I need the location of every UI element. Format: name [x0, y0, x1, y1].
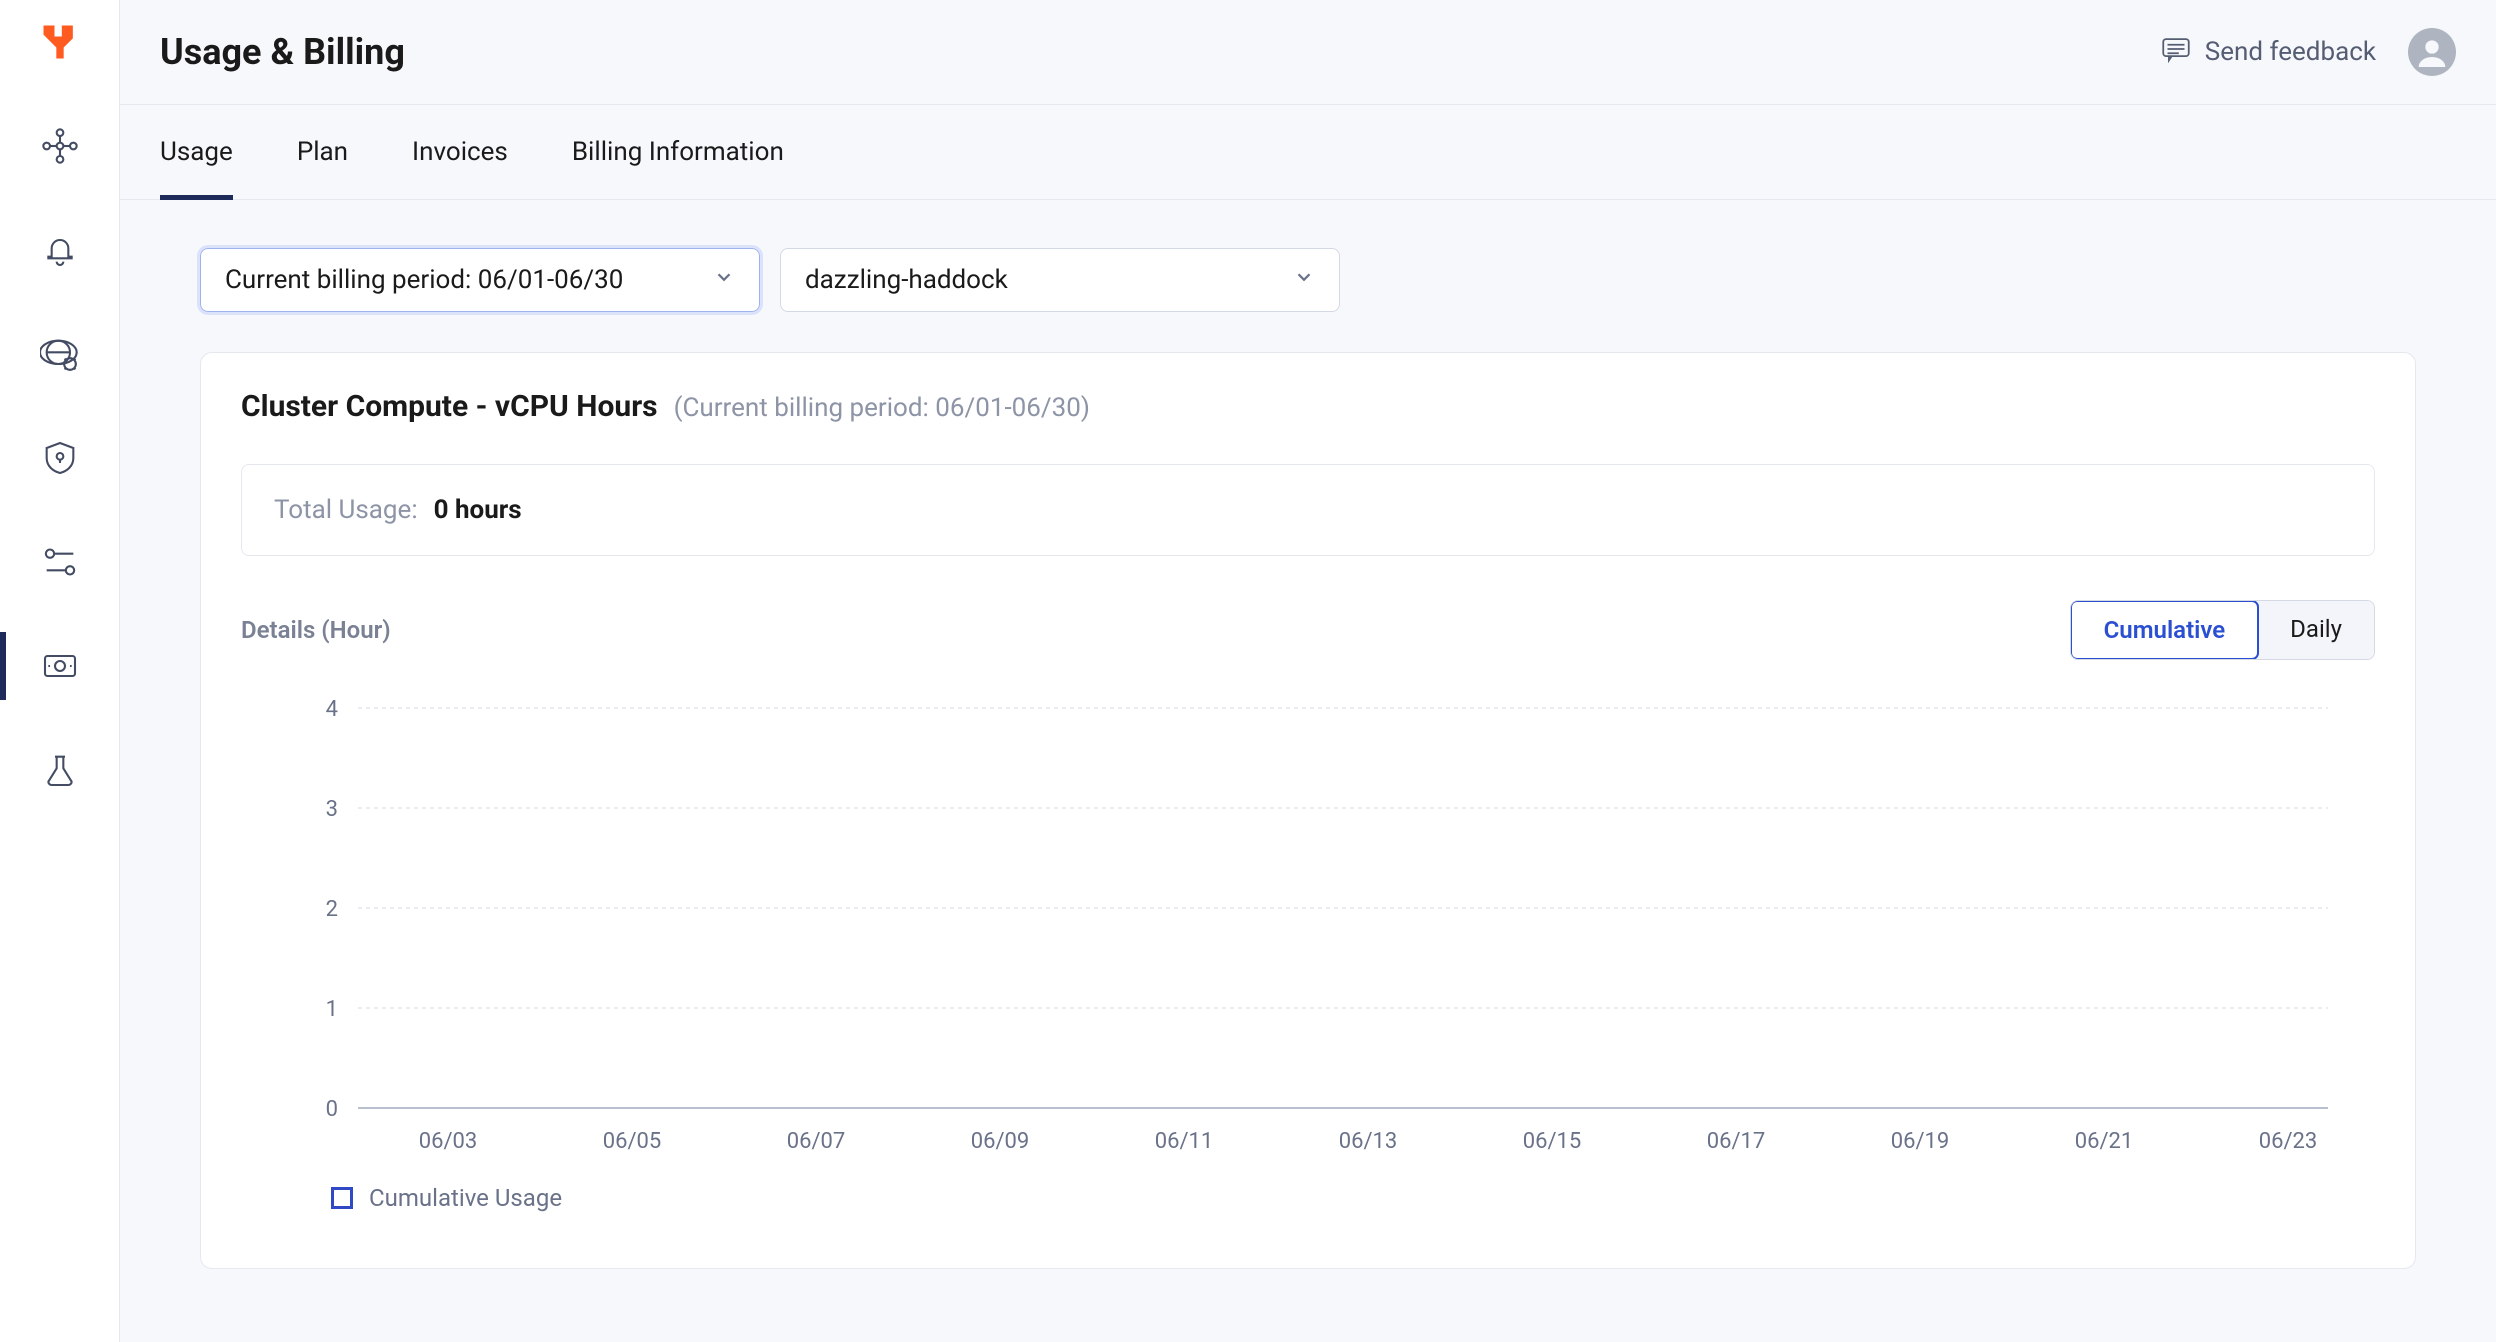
svg-text:2: 2	[326, 897, 338, 922]
card-header: Cluster Compute - vCPU Hours (Current bi…	[241, 389, 2375, 424]
shield-lock-icon[interactable]	[38, 436, 82, 480]
cluster-value: dazzling-haddock	[805, 265, 1008, 295]
topbar-actions: Send feedback	[2159, 28, 2456, 76]
feedback-icon	[2159, 32, 2193, 73]
flask-icon[interactable]	[38, 748, 82, 792]
chart-legend: Cumulative Usage	[241, 1168, 2375, 1212]
card-title: Cluster Compute - vCPU Hours	[241, 389, 658, 424]
tab-plan[interactable]: Plan	[297, 105, 348, 199]
tab-usage[interactable]: Usage	[160, 105, 233, 199]
toggle-daily-button[interactable]: Daily	[2258, 601, 2374, 659]
bell-icon[interactable]	[38, 228, 82, 272]
card-subtitle: (Current billing period: 06/01-06/30)	[674, 393, 1090, 423]
svg-text:4: 4	[326, 697, 338, 722]
feedback-label: Send feedback	[2205, 37, 2376, 67]
billing-icon[interactable]	[38, 644, 82, 688]
total-usage-label: Total Usage:	[274, 495, 418, 525]
svg-text:1: 1	[326, 997, 338, 1022]
svg-text:06/21: 06/21	[2075, 1129, 2134, 1154]
usage-chart-svg: 0 1 2 3 4 06/03 06/05 06/07 06/09 06/11 06/13 06/15…	[241, 688, 2375, 1168]
svg-text:06/03: 06/03	[419, 1129, 478, 1154]
svg-text:06/15: 06/15	[1523, 1129, 1582, 1154]
billing-period-select[interactable]: Current billing period: 06/01-06/30	[200, 248, 760, 312]
topbar: Usage & Billing Send feedback	[120, 0, 2496, 105]
sidebar-nav	[0, 0, 120, 1342]
details-label: Details (Hour)	[241, 616, 391, 644]
legend-label: Cumulative Usage	[369, 1184, 562, 1212]
legend-swatch-icon	[331, 1187, 353, 1209]
svg-text:06/13: 06/13	[1339, 1129, 1398, 1154]
tabs: Usage Plan Invoices Billing Information	[120, 105, 2496, 200]
globe-settings-icon[interactable]	[38, 332, 82, 376]
topology-icon[interactable]	[38, 124, 82, 168]
chevron-down-icon	[1293, 265, 1315, 295]
billing-period-value: Current billing period: 06/01-06/30	[225, 265, 623, 295]
app-logo-icon	[38, 20, 82, 64]
page-title: Usage & Billing	[160, 31, 405, 73]
connections-icon[interactable]	[38, 540, 82, 584]
details-row: Details (Hour) Cumulative Daily	[241, 600, 2375, 660]
chevron-down-icon	[713, 265, 735, 295]
svg-text:06/17: 06/17	[1707, 1129, 1766, 1154]
svg-text:06/11: 06/11	[1155, 1129, 1214, 1154]
view-toggle-group: Cumulative Daily	[2070, 600, 2375, 660]
total-usage-box: Total Usage: 0 hours	[241, 464, 2375, 556]
svg-text:0: 0	[326, 1097, 338, 1122]
send-feedback-button[interactable]: Send feedback	[2159, 32, 2376, 73]
svg-text:06/23: 06/23	[2259, 1129, 2318, 1154]
toggle-cumulative-button[interactable]: Cumulative	[2070, 600, 2260, 660]
total-usage-value: 0 hours	[434, 495, 522, 525]
avatar[interactable]	[2408, 28, 2456, 76]
chart: 0 1 2 3 4 06/03 06/05 06/07 06/09 06/11 06/13 06/15…	[241, 688, 2375, 1168]
svg-text:06/09: 06/09	[971, 1129, 1030, 1154]
svg-text:3: 3	[326, 797, 338, 822]
main-content: Usage & Billing Send feedback	[120, 0, 2496, 1342]
svg-text:06/19: 06/19	[1891, 1129, 1950, 1154]
svg-text:06/05: 06/05	[603, 1129, 662, 1154]
tab-billing-information[interactable]: Billing Information	[572, 105, 784, 199]
tab-invoices[interactable]: Invoices	[412, 105, 508, 199]
svg-text:06/07: 06/07	[787, 1129, 846, 1154]
filter-controls: Current billing period: 06/01-06/30 dazz…	[120, 200, 2496, 352]
cluster-select[interactable]: dazzling-haddock	[780, 248, 1340, 312]
usage-card: Cluster Compute - vCPU Hours (Current bi…	[200, 352, 2416, 1269]
